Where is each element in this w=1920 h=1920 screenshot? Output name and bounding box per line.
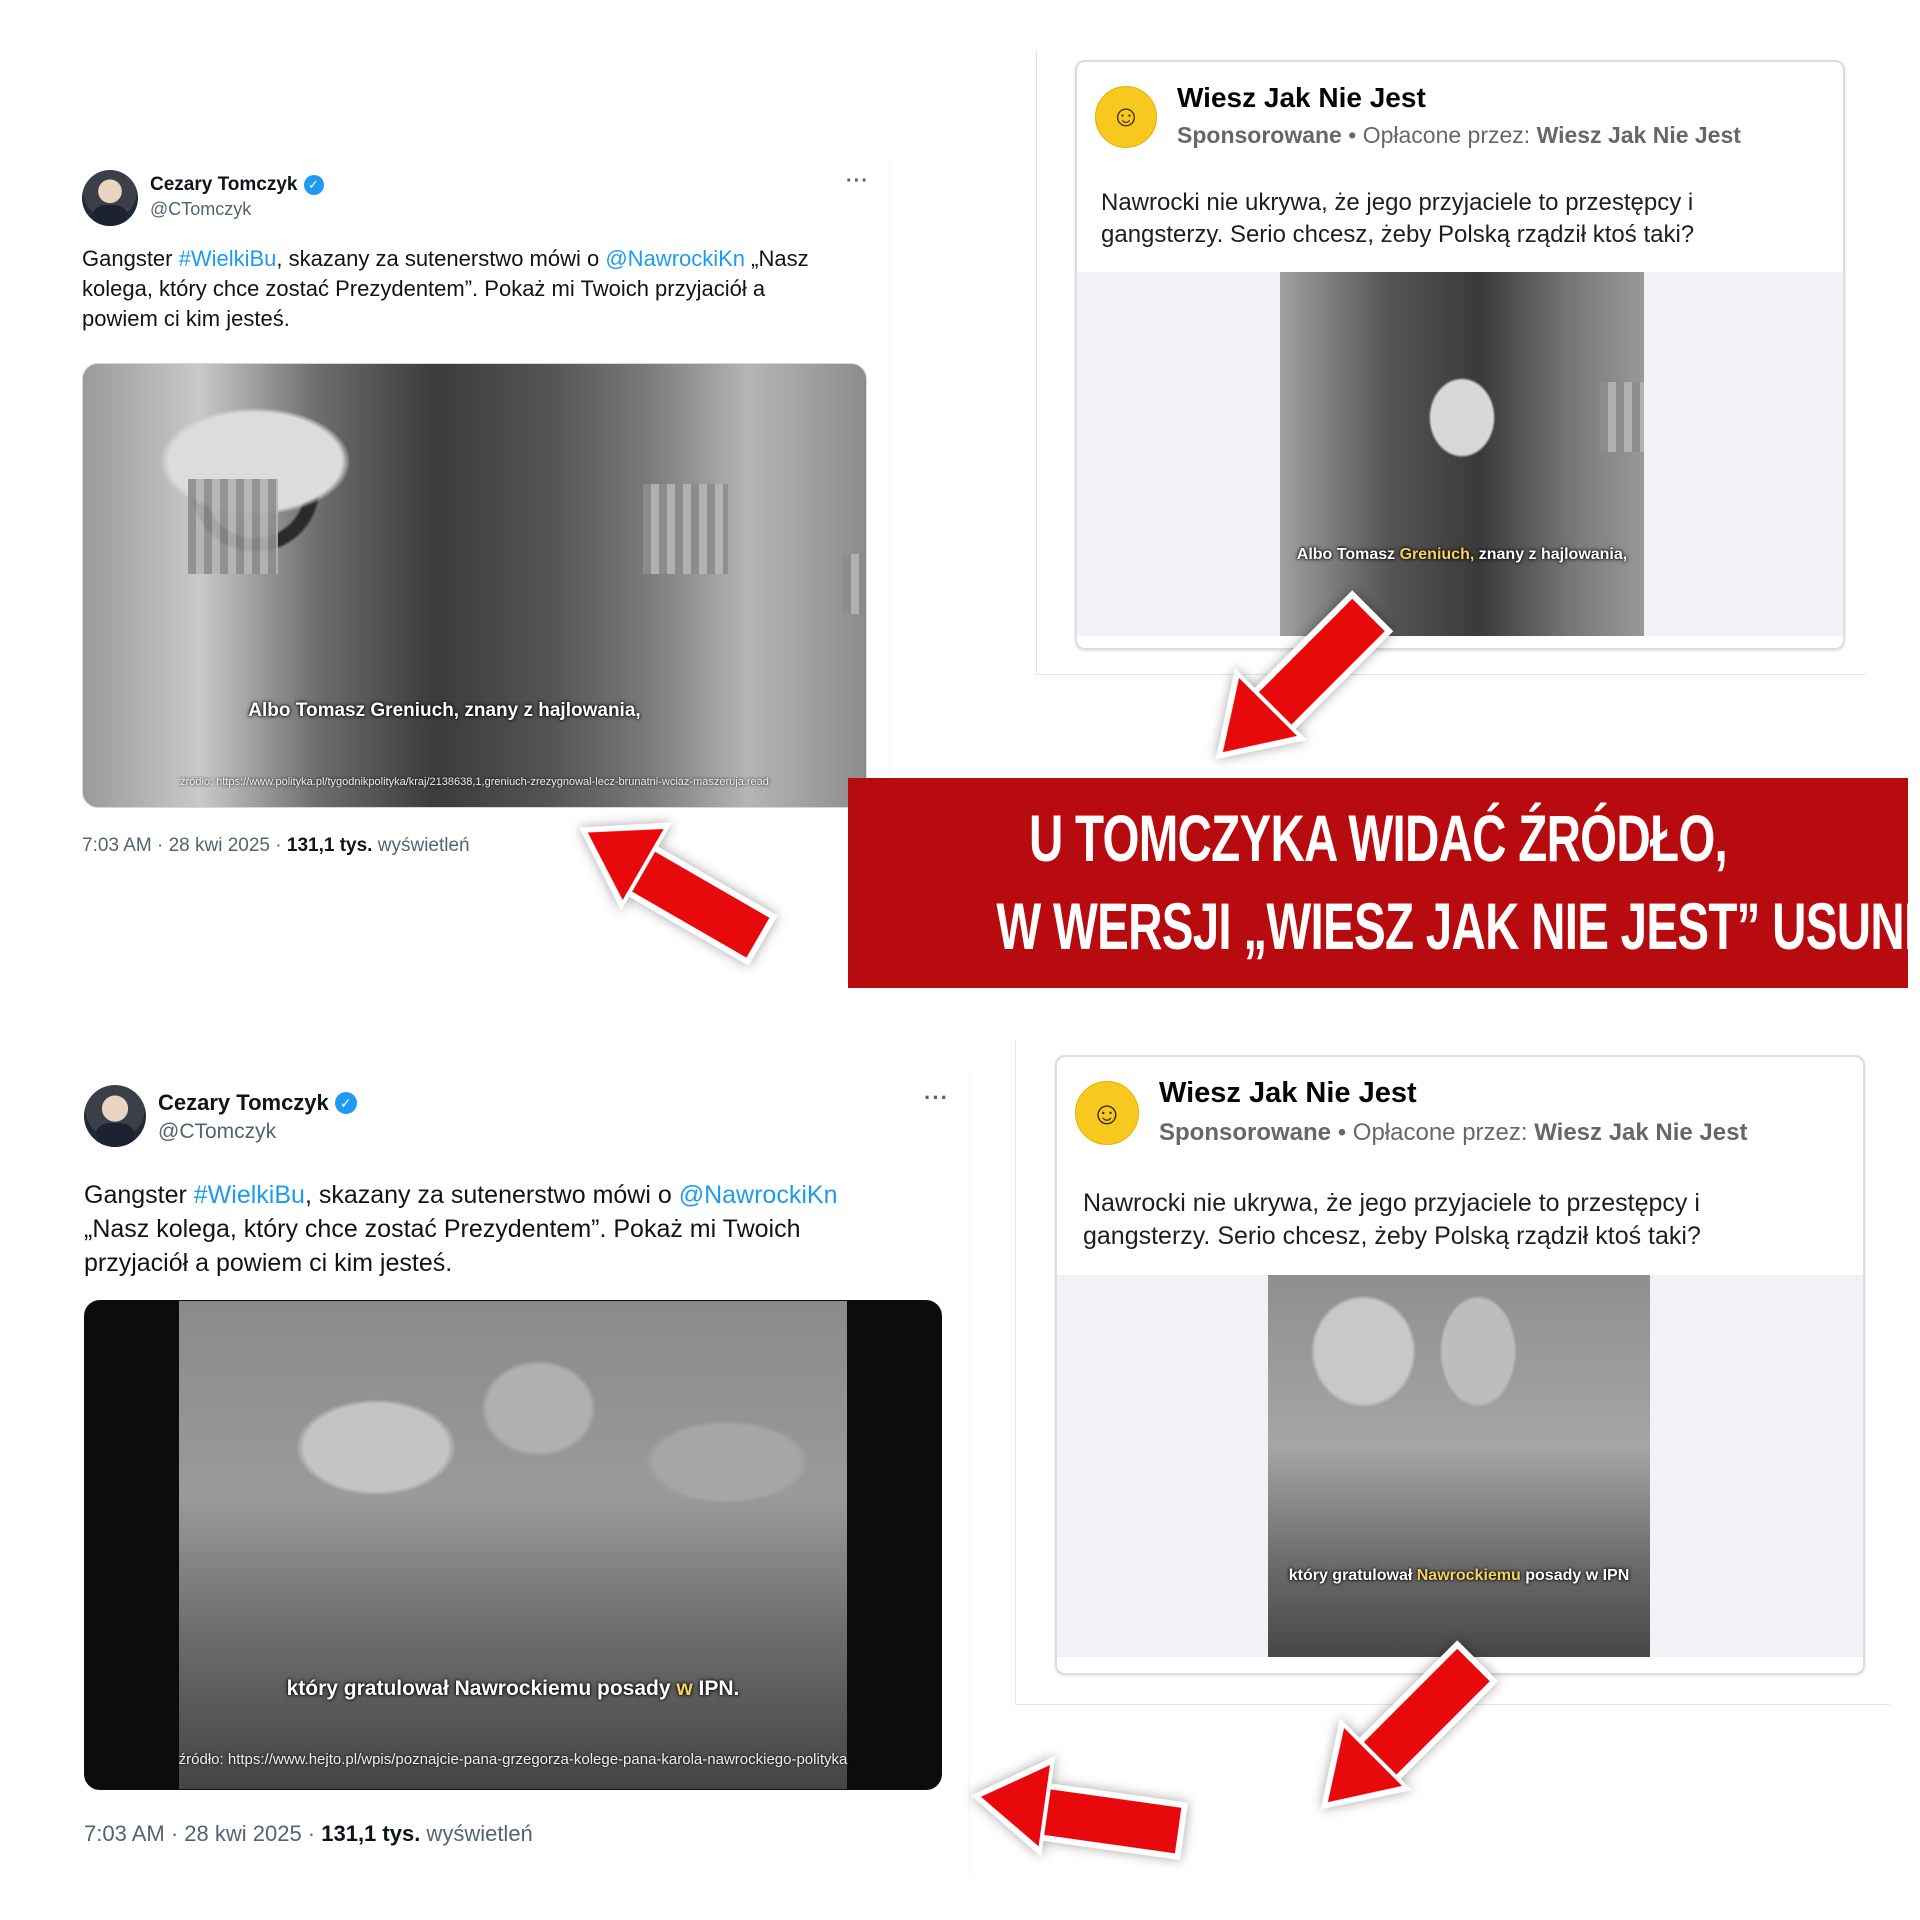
headline-line-1: U TOMCZYKA WIDAĆ ŹRÓDŁO, — [1028, 801, 1728, 875]
sponsored-ad-bottom[interactable]: ☺ Wiesz Jak Nie Jest Sponsorowane • Opła… — [1055, 1055, 1865, 1675]
page-name[interactable]: Wiesz Jak Nie Jest — [1177, 82, 1426, 114]
blurred-face — [643, 484, 728, 574]
blurred-face — [843, 554, 866, 614]
page-logo-icon[interactable]: ☺ — [1075, 1081, 1139, 1145]
video-source: źródło: https://www.hejto.pl/wpis/poznaj… — [178, 1751, 848, 1768]
ad-video[interactable]: który gratulował Nawrockiemu posady w IP… — [1268, 1275, 1650, 1657]
ad-media: Albo Tomasz Greniuch, znany z hajlowania… — [1077, 272, 1843, 636]
tweet-text: Gangster #WielkiBu, skazany za sutenerst… — [82, 246, 809, 331]
headline-line-2: W WERSJI „WIESZ JAK NIE JEST” USUNIĘTE — [996, 889, 1920, 963]
ad-text: Nawrocki nie ukrywa, że jego przyjaciele… — [1083, 1189, 1701, 1250]
tweet-photo[interactable]: który gratulował Nawrockiemu posady w IP… — [84, 1300, 942, 1790]
tweet-header: Cezary Tomczyk ✓ @CTomczyk — [84, 1085, 357, 1147]
video-caption: Albo Tomasz Greniuch, znany z hajlowania… — [248, 700, 641, 721]
video-source: źródło: https://www.polityka.pl/tygodnik… — [180, 776, 769, 788]
blurred-face — [1600, 382, 1644, 452]
tweet-meta: 7:03 AM · 28 kwi 2025 · 131,1 tys. wyświ… — [82, 835, 470, 856]
avatar[interactable] — [82, 170, 138, 226]
tweet-meta: 7:03 AM · 28 kwi 2025 · 131,1 tys. wyświ… — [84, 1821, 533, 1846]
page-logo-icon[interactable]: ☺ — [1095, 86, 1157, 148]
avatar[interactable] — [84, 1085, 146, 1147]
tweet-photo[interactable]: Albo Tomasz Greniuch, znany z hajlowania… — [82, 363, 867, 808]
sponsored-ad-top[interactable]: ☺ Wiesz Jak Nie Jest Sponsorowane • Opła… — [1075, 60, 1845, 650]
author-handle[interactable]: @CTomczyk — [158, 1120, 357, 1144]
video-caption: który gratulował Nawrockiemu posady w IP… — [286, 1677, 740, 1700]
headline-banner: U TOMCZYKA WIDAĆ ŹRÓDŁO, W WERSJI „WIESZ… — [848, 778, 1920, 988]
mention-link[interactable]: @NawrockiKn — [679, 1181, 838, 1209]
tweet-header: Cezary Tomczyk ✓ @CTomczyk — [82, 170, 324, 226]
verified-badge-icon: ✓ — [303, 175, 324, 195]
more-options-icon[interactable]: ··· — [924, 1085, 949, 1111]
verified-badge-icon: ✓ — [334, 1092, 357, 1114]
author-handle[interactable]: @CTomczyk — [150, 199, 324, 220]
sponsored-label: Sponsorowane • Opłacone przez: Wiesz Jak… — [1159, 1119, 1748, 1146]
sponsored-label: Sponsorowane • Opłacone przez: Wiesz Jak… — [1177, 122, 1741, 148]
tweet-top[interactable]: Cezary Tomczyk ✓ @CTomczyk ··· Gangster #… — [70, 160, 890, 870]
video-caption: Albo Tomasz Greniuch, znany z hajlowania… — [1296, 546, 1628, 563]
mention-link[interactable]: @NawrockiKn — [605, 246, 745, 271]
author-name[interactable]: Cezary Tomczyk — [158, 1090, 329, 1116]
video-caption: który gratulował Nawrockiemu posady w IP… — [1288, 1567, 1630, 1584]
more-options-icon[interactable]: ··· — [846, 170, 869, 193]
page-name[interactable]: Wiesz Jak Nie Jest — [1159, 1077, 1417, 1110]
ad-text: Nawrocki nie ukrywa, że jego przyjaciele… — [1101, 189, 1695, 248]
red-arrow-icon — [965, 1751, 1185, 1869]
tweet-text: Gangster #WielkiBu, skazany za sutenerst… — [84, 1181, 838, 1277]
hashtag-link[interactable]: #WielkiBu — [194, 1181, 305, 1209]
blurred-face — [188, 479, 278, 574]
hashtag-link[interactable]: #WielkiBu — [179, 246, 277, 271]
tweet-bottom[interactable]: Cezary Tomczyk ✓ @CTomczyk ··· Gangster #… — [70, 1075, 970, 1875]
ad-media: który gratulował Nawrockiemu posady w IP… — [1057, 1275, 1863, 1657]
author-name[interactable]: Cezary Tomczyk — [150, 174, 298, 196]
